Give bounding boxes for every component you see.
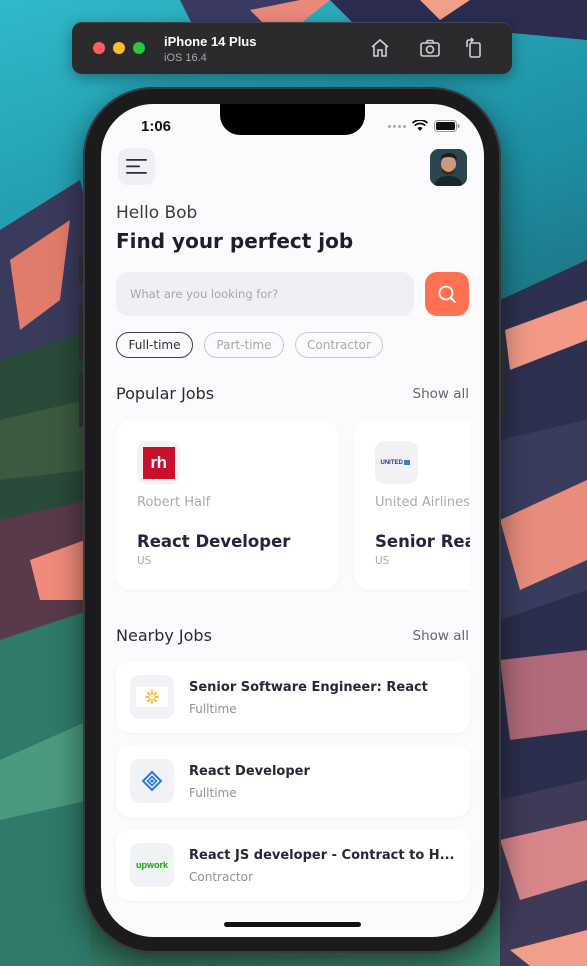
job-company: United Airlines: [375, 495, 470, 510]
close-window-button[interactable]: [93, 42, 105, 54]
status-icons: [388, 120, 460, 132]
nearby-job-item[interactable]: Senior Software Engineer: React Fulltime: [116, 661, 470, 733]
search-icon: [438, 285, 456, 303]
company-logo: upwork: [130, 843, 174, 887]
nearby-job-title: React Developer: [189, 764, 310, 779]
company-logo: UNITED: [375, 441, 418, 484]
volume-up-button: [79, 305, 83, 360]
greeting-text: Hello Bob: [116, 203, 198, 223]
simulator-title-bar: iPhone 14 Plus iOS 16.4: [72, 22, 512, 74]
nearby-job-title: Senior Software Engineer: React: [189, 680, 428, 695]
job-location: US: [375, 555, 390, 567]
simulator-device-name: iPhone 14 Plus: [164, 34, 257, 49]
filter-chip-part-time[interactable]: Part-time: [204, 332, 284, 358]
menu-button[interactable]: [118, 148, 155, 185]
job-role: Senior React Developer: [375, 532, 470, 551]
mute-switch: [79, 256, 83, 284]
nearby-job-type: Contractor: [189, 870, 253, 884]
battery-icon: [434, 120, 460, 132]
signal-icon: [388, 124, 406, 128]
volume-down-button: [79, 372, 83, 427]
filter-chip-full-time[interactable]: Full-time: [116, 332, 193, 358]
company-logo: [130, 675, 174, 719]
rotate-icon[interactable]: [462, 36, 486, 60]
status-time: 1:06: [141, 118, 172, 135]
camera-icon[interactable]: [418, 36, 442, 60]
nearby-job-title: React JS developer - Contract to H...: [189, 848, 455, 863]
popular-show-all-link[interactable]: Show all: [413, 386, 470, 402]
nearby-job-type: Fulltime: [189, 786, 237, 800]
job-location: US: [137, 555, 152, 567]
popular-jobs-title: Popular Jobs: [116, 384, 215, 403]
job-company: Robert Half: [137, 495, 211, 510]
job-card[interactable]: UNITED United Airlines Senior React Deve…: [354, 420, 470, 590]
search-input[interactable]: What are you looking for?: [116, 272, 414, 316]
home-indicator[interactable]: [224, 922, 361, 927]
nearby-jobs-title: Nearby Jobs: [116, 626, 212, 645]
app-screen: 1:06 Hello Bob Find your perfect job Wha…: [101, 104, 484, 937]
minimize-window-button[interactable]: [113, 42, 125, 54]
home-icon[interactable]: [368, 36, 392, 60]
zoom-window-button[interactable]: [133, 42, 145, 54]
power-button: [501, 330, 505, 420]
job-role: React Developer: [137, 532, 291, 551]
job-card[interactable]: rh Robert Half React Developer US: [116, 420, 339, 590]
search-placeholder: What are you looking for?: [130, 287, 279, 301]
profile-avatar[interactable]: [430, 149, 467, 186]
popular-jobs-carousel[interactable]: rh Robert Half React Developer US UNITED…: [116, 420, 470, 592]
nearby-job-item[interactable]: upwork React JS developer - Contract to …: [116, 829, 470, 901]
dynamic-notch: [220, 104, 365, 135]
simulator-os-version: iOS 16.4: [164, 52, 207, 64]
company-logo: [130, 759, 174, 803]
filter-chip-contractor[interactable]: Contractor: [295, 332, 383, 358]
page-headline: Find your perfect job: [116, 229, 354, 253]
nearby-show-all-link[interactable]: Show all: [413, 628, 470, 644]
nearby-job-item[interactable]: React Developer Fulltime: [116, 745, 470, 817]
search-button[interactable]: [425, 272, 469, 316]
company-logo: rh: [137, 441, 180, 484]
menu-icon: [126, 159, 147, 174]
nearby-job-type: Fulltime: [189, 702, 237, 716]
wifi-icon: [412, 120, 428, 131]
